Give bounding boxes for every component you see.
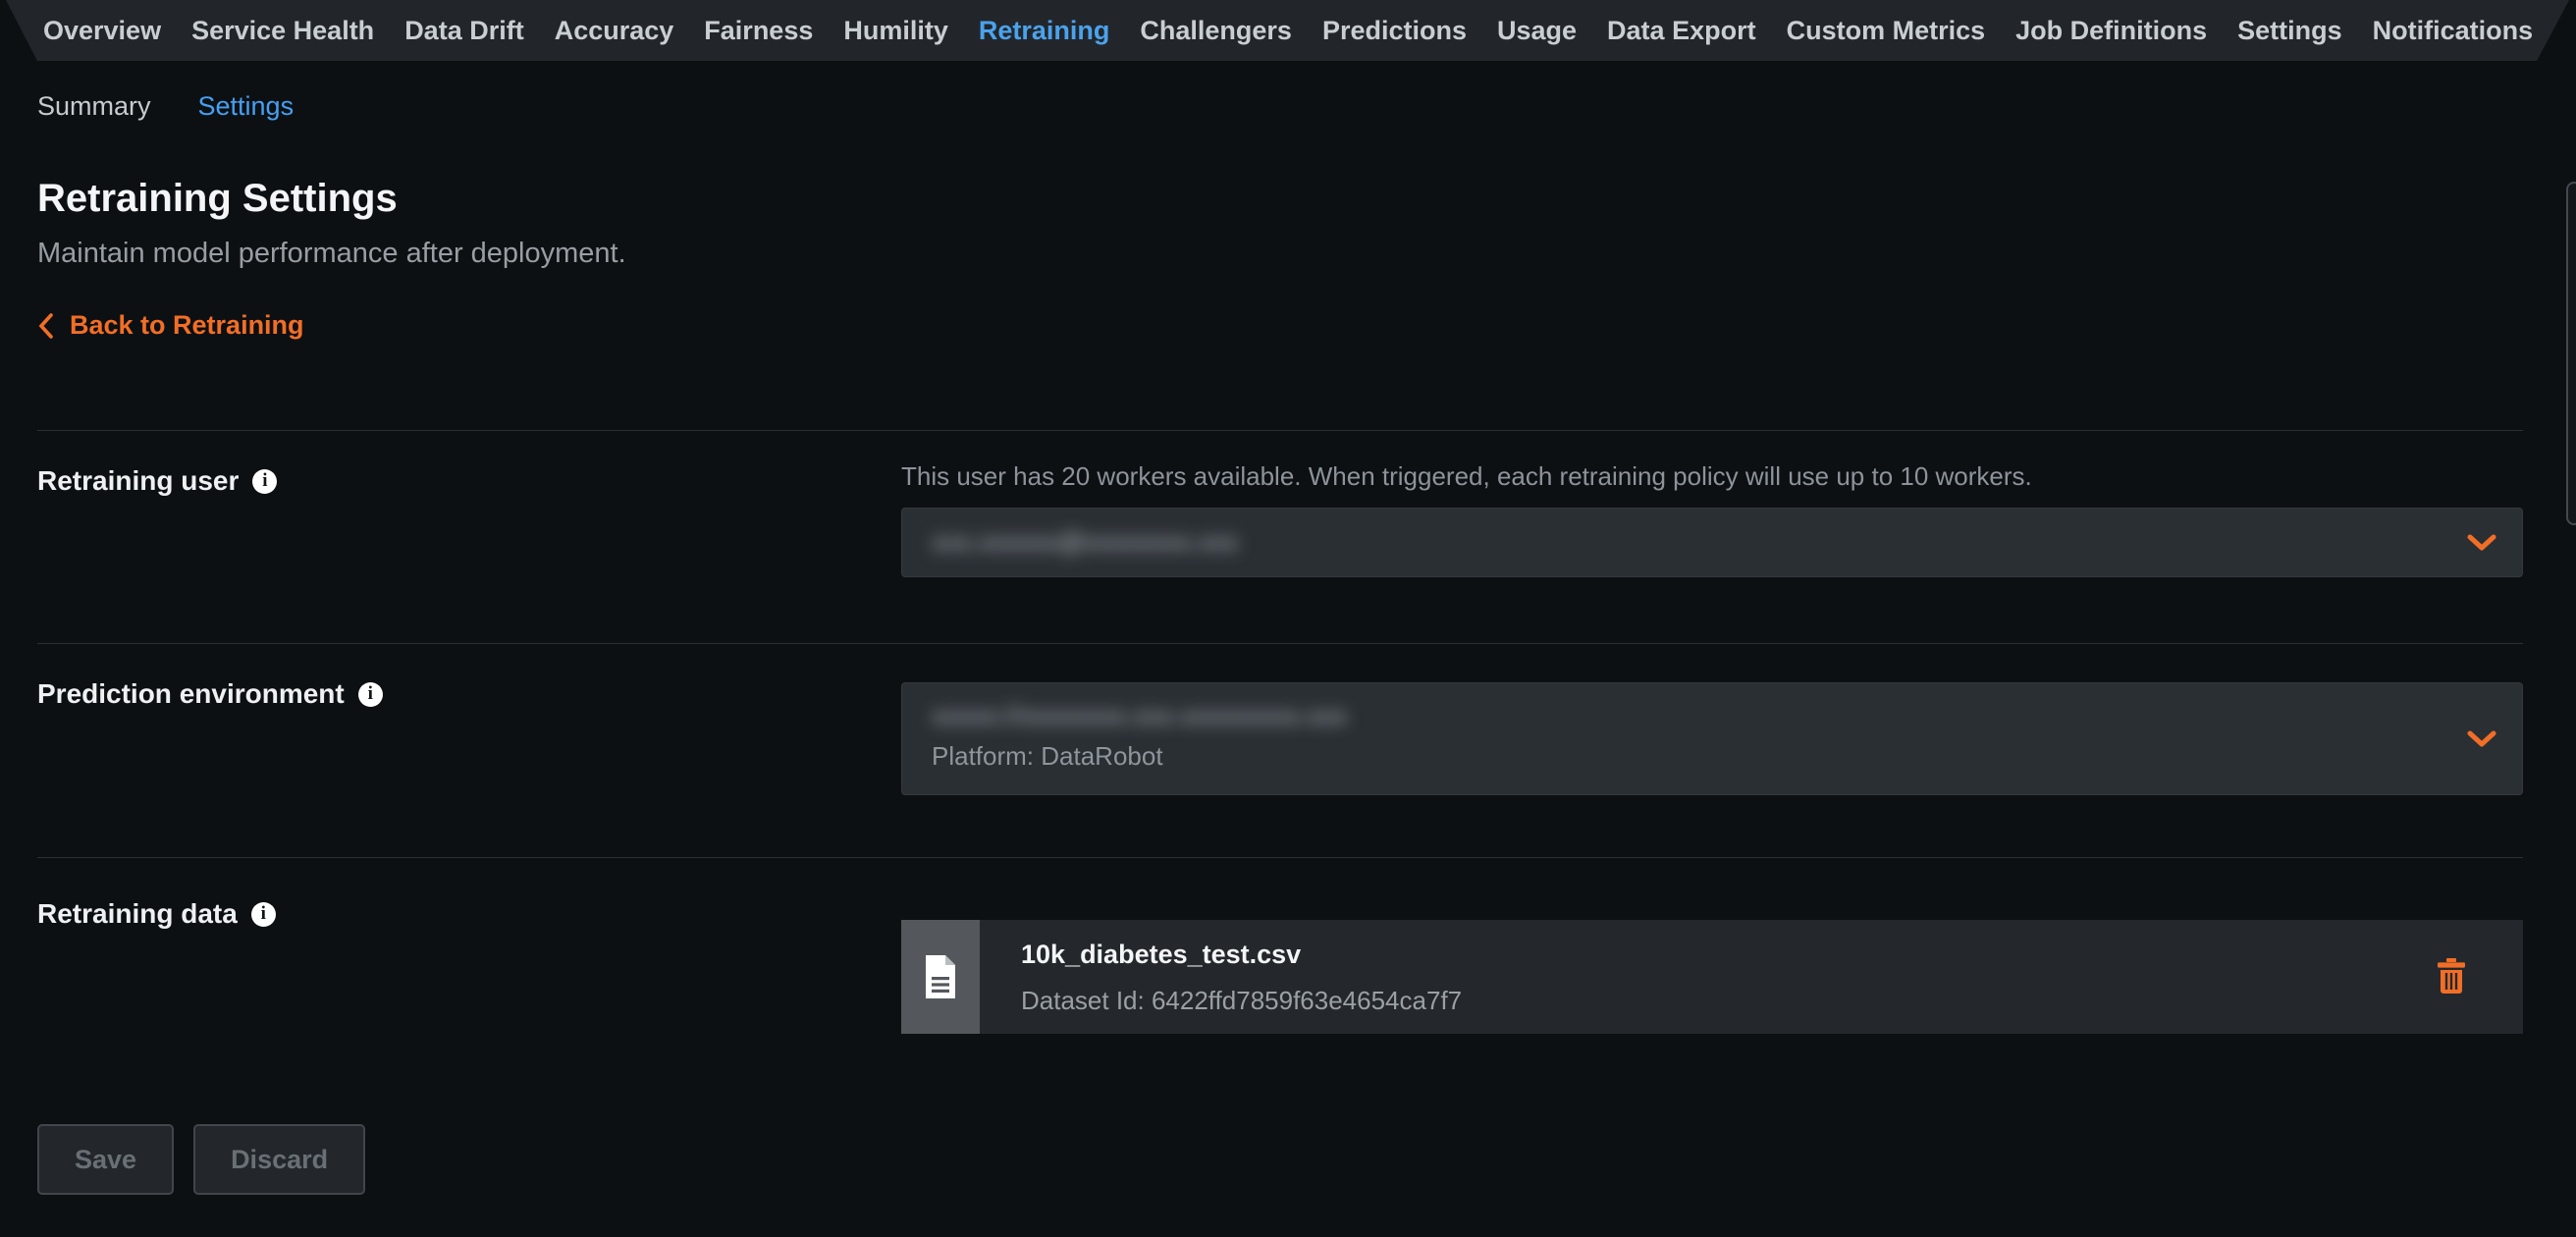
- tab-predictions[interactable]: Predictions: [1322, 16, 1467, 46]
- tab-notifications[interactable]: Notifications: [2373, 16, 2534, 46]
- delete-dataset-button[interactable]: [2435, 958, 2468, 995]
- section-divider: [37, 857, 2523, 858]
- tab-data-drift[interactable]: Data Drift: [404, 16, 524, 46]
- section-divider: [37, 430, 2523, 431]
- discard-button[interactable]: Discard: [193, 1124, 365, 1195]
- dataset-meta: 10k_diabetes_test.csv Dataset Id: 6422ff…: [980, 920, 2523, 1034]
- subnav-tab-settings[interactable]: Settings: [198, 91, 295, 122]
- retraining-settings-page: Overview Service Health Data Drift Accur…: [0, 0, 2576, 1237]
- chevron-down-icon: [2467, 730, 2496, 748]
- prediction-environment-label: Prediction environment i: [37, 678, 383, 710]
- tab-challengers[interactable]: Challengers: [1140, 16, 1292, 46]
- retraining-user-select[interactable]: xxx.xxxxxx@xxxxxxxx.xxx: [901, 508, 2523, 577]
- tab-accuracy[interactable]: Accuracy: [555, 16, 674, 46]
- form-actions: Save Discard: [37, 1124, 365, 1195]
- back-link-label: Back to Retraining: [70, 310, 304, 341]
- tab-retraining[interactable]: Retraining: [979, 16, 1110, 46]
- tab-data-export[interactable]: Data Export: [1607, 16, 1756, 46]
- tab-settings[interactable]: Settings: [2237, 16, 2342, 46]
- deployment-nav: Overview Service Health Data Drift Accur…: [0, 0, 2576, 61]
- prediction-environment-label-text: Prediction environment: [37, 678, 345, 710]
- dataset-file-name: 10k_diabetes_test.csv: [1021, 940, 2523, 970]
- tab-fairness[interactable]: Fairness: [704, 16, 813, 46]
- dataset-card-strip: [901, 920, 980, 1034]
- chevron-down-icon: [2467, 534, 2496, 552]
- retraining-data-label-text: Retraining data: [37, 898, 238, 930]
- dataset-id: Dataset Id: 6422ffd7859f63e4654ca7f7: [1021, 986, 2523, 1016]
- tab-overview[interactable]: Overview: [43, 16, 161, 46]
- subnav-tab-summary[interactable]: Summary: [37, 91, 151, 122]
- retraining-user-label: Retraining user i: [37, 465, 277, 497]
- retraining-user-value-redacted: xxx.xxxxxx@xxxxxxxx.xxx: [932, 527, 1238, 558]
- info-icon[interactable]: i: [358, 682, 383, 707]
- file-icon: [924, 955, 957, 998]
- prediction-environment-value-redacted: xxxxx://xxxxxxxx.xxx.xxxxxxxxx.xxx: [932, 701, 1347, 731]
- dataset-card: 10k_diabetes_test.csv Dataset Id: 6422ff…: [901, 920, 2523, 1034]
- tab-usage[interactable]: Usage: [1497, 16, 1577, 46]
- retraining-user-label-text: Retraining user: [37, 465, 239, 497]
- chevron-left-icon: [37, 312, 55, 340]
- back-to-retraining-link[interactable]: Back to Retraining: [37, 310, 304, 341]
- tab-humility[interactable]: Humility: [843, 16, 948, 46]
- info-icon[interactable]: i: [252, 469, 277, 494]
- trash-icon: [2435, 958, 2468, 995]
- section-divider: [37, 643, 2523, 644]
- tab-service-health[interactable]: Service Health: [191, 16, 374, 46]
- page-title: Retraining Settings: [37, 177, 398, 221]
- workers-helper-text: This user has 20 workers available. When…: [901, 461, 2523, 492]
- page-subtitle: Maintain model performance after deploym…: [37, 238, 626, 270]
- save-button[interactable]: Save: [37, 1124, 174, 1195]
- info-icon[interactable]: i: [251, 902, 276, 927]
- retraining-data-label: Retraining data i: [37, 898, 276, 930]
- prediction-environment-select[interactable]: xxxxx://xxxxxxxx.xxx.xxxxxxxxx.xxx Platf…: [901, 682, 2523, 795]
- tab-custom-metrics[interactable]: Custom Metrics: [1787, 16, 1986, 46]
- retraining-subnav: Summary Settings: [37, 91, 294, 122]
- tab-job-definitions[interactable]: Job Definitions: [2015, 16, 2207, 46]
- platform-label: Platform: DataRobot: [932, 741, 2522, 772]
- vertical-scrollbar-thumb[interactable]: [2566, 182, 2576, 525]
